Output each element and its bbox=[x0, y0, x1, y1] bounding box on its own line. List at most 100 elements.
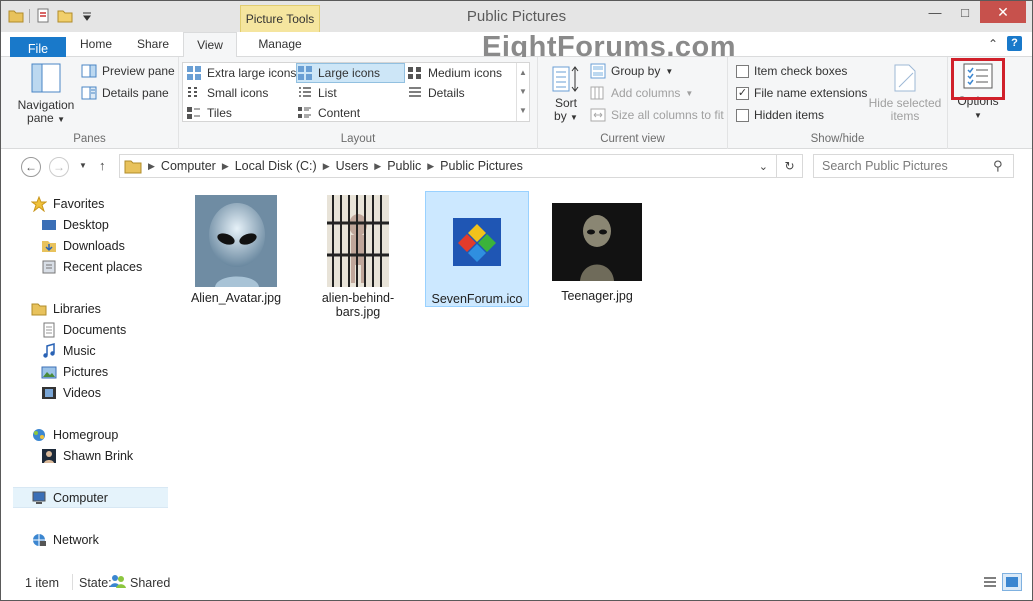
tiles-icon bbox=[187, 107, 200, 119]
search-icon[interactable]: ⚲ bbox=[993, 158, 1003, 174]
window-title: Public Pictures bbox=[466, 8, 567, 25]
tab-share[interactable]: Share bbox=[128, 32, 178, 57]
group-by-button[interactable]: Group by ▼ bbox=[590, 61, 673, 81]
breadcrumb-separator-icon[interactable]: ▶ bbox=[323, 161, 330, 172]
nav-music[interactable]: Music bbox=[1, 340, 171, 361]
file-item[interactable]: Alien_Avatar.jpg bbox=[184, 191, 288, 305]
tab-view[interactable]: View bbox=[183, 32, 237, 58]
layout-option-label: Details bbox=[428, 86, 465, 100]
help-icon[interactable]: ? bbox=[1007, 36, 1022, 51]
file-name: SevenForum.ico bbox=[431, 292, 523, 306]
hide-selected-items-label: Hide selected items bbox=[868, 96, 942, 123]
back-button[interactable]: ← bbox=[21, 157, 41, 177]
nav-homegroup[interactable]: Homegroup bbox=[1, 424, 171, 445]
layout-gallery-scroll[interactable]: ▲ ▼ ▼ bbox=[516, 63, 529, 121]
maximize-button[interactable]: □ bbox=[950, 1, 980, 23]
nav-documents[interactable]: Documents bbox=[1, 319, 171, 340]
group-by-icon bbox=[590, 63, 606, 79]
collapse-ribbon-icon[interactable]: ⌃ bbox=[988, 37, 998, 51]
show-hide-group-label: Show/hide bbox=[810, 133, 865, 145]
nav-user[interactable]: Shawn Brink bbox=[1, 445, 171, 466]
tab-home[interactable]: Home bbox=[71, 32, 121, 57]
nav-network[interactable]: Network bbox=[1, 529, 171, 550]
nav-favorites[interactable]: Favorites bbox=[1, 193, 171, 214]
downloads-icon bbox=[42, 240, 56, 252]
item-count: 1 item bbox=[25, 576, 60, 590]
refresh-icon[interactable]: ↻ bbox=[776, 155, 802, 177]
large-icons-view-toggle[interactable] bbox=[1002, 573, 1022, 591]
close-button[interactable]: ✕ bbox=[980, 1, 1026, 23]
state-value: Shared bbox=[130, 576, 171, 590]
search-input[interactable]: Search Public Pictures bbox=[813, 154, 1014, 178]
add-columns-icon bbox=[590, 86, 604, 100]
tab-manage[interactable]: Manage bbox=[240, 32, 320, 57]
file-item-selected[interactable]: SevenForum.ico bbox=[425, 191, 529, 307]
breadcrumb-local-disk[interactable]: Local Disk (C:) bbox=[229, 159, 323, 173]
breadcrumb-public-pictures[interactable]: Public Pictures bbox=[434, 159, 529, 173]
explorer-window: Picture Tools Public Pictures — □ ✕ File… bbox=[0, 0, 1033, 601]
hidden-items-toggle[interactable]: Hidden items bbox=[736, 105, 824, 125]
file-item[interactable]: alien-behind-bars.jpg bbox=[306, 191, 410, 319]
item-check-boxes-label: Item check boxes bbox=[754, 64, 848, 78]
teenager-thumbnail bbox=[552, 203, 642, 281]
nav-pictures[interactable]: Pictures bbox=[1, 361, 171, 382]
address-dropdown-icon[interactable]: ⌄ bbox=[759, 160, 768, 173]
nav-documents-label: Documents bbox=[63, 322, 127, 337]
hide-selected-items-button[interactable]: Hide selected items bbox=[868, 63, 942, 123]
content-icon bbox=[298, 107, 311, 118]
small-icons-icon bbox=[188, 87, 197, 97]
music-icon bbox=[43, 342, 55, 358]
breadcrumb-public[interactable]: Public bbox=[381, 159, 427, 173]
network-icon bbox=[33, 533, 46, 546]
breadcrumb-users[interactable]: Users bbox=[330, 159, 375, 173]
file-name-extensions-checkbox[interactable]: ✓ bbox=[736, 86, 749, 100]
item-check-boxes-checkbox[interactable] bbox=[736, 64, 749, 78]
details-view-toggle[interactable] bbox=[980, 573, 1000, 591]
navigation-pane-label: Navigation pane bbox=[17, 98, 75, 125]
file-name: Alien_Avatar.jpg bbox=[190, 291, 282, 305]
folder-icon bbox=[124, 160, 142, 174]
up-button[interactable]: ↑ bbox=[99, 158, 106, 173]
breadcrumb-separator-icon[interactable]: ▶ bbox=[374, 161, 381, 172]
layout-content[interactable]: Content bbox=[297, 103, 360, 123]
item-check-boxes-toggle[interactable]: Item check boxes bbox=[736, 61, 847, 81]
file-item[interactable]: Teenager.jpg bbox=[545, 191, 649, 303]
nav-libraries[interactable]: Libraries bbox=[1, 298, 171, 319]
address-bar[interactable]: ▶ Computer ▶ Local Disk (C:) ▶ Users ▶ P… bbox=[119, 154, 803, 178]
minimize-button[interactable]: — bbox=[920, 1, 950, 23]
star-icon bbox=[31, 195, 47, 212]
layout-extra-large-icons[interactable]: Extra large icons bbox=[186, 63, 296, 83]
file-name-extensions-toggle[interactable]: ✓ File name extensions bbox=[736, 83, 867, 103]
details-pane-button[interactable]: Details pane bbox=[81, 83, 169, 103]
nav-downloads[interactable]: Downloads bbox=[1, 235, 171, 256]
nav-videos[interactable]: Videos bbox=[1, 382, 171, 403]
breadcrumb-separator-icon[interactable]: ▶ bbox=[148, 161, 155, 172]
large-icons-icon bbox=[298, 66, 312, 80]
hidden-items-checkbox[interactable] bbox=[736, 108, 749, 122]
add-columns-button[interactable]: Add columns ▼ bbox=[590, 83, 693, 103]
nav-desktop[interactable]: Desktop bbox=[1, 214, 171, 235]
breadcrumb-separator-icon[interactable]: ▶ bbox=[222, 161, 229, 172]
size-columns-icon bbox=[590, 108, 606, 122]
nav-computer[interactable]: Computer bbox=[13, 487, 168, 508]
size-columns-button[interactable]: Size all columns to fit bbox=[590, 105, 724, 125]
breadcrumb-separator-icon[interactable]: ▶ bbox=[427, 161, 434, 172]
details-icon bbox=[409, 87, 421, 97]
layout-tiles[interactable]: Tiles bbox=[186, 103, 232, 123]
layout-list[interactable]: List bbox=[297, 83, 337, 103]
recent-locations-icon[interactable]: ▼ bbox=[79, 161, 87, 170]
layout-group-label: Layout bbox=[340, 133, 376, 145]
navigation-pane-button[interactable]: Navigation pane ▼ bbox=[13, 61, 79, 126]
layout-medium-icons[interactable]: Medium icons bbox=[407, 63, 502, 83]
layout-large-icons[interactable]: Large icons bbox=[296, 63, 405, 83]
layout-gallery: Extra large icons Large icons Medium ico… bbox=[182, 62, 530, 122]
forward-button[interactable]: → bbox=[49, 157, 69, 177]
nav-recent-places[interactable]: Recent places bbox=[1, 256, 171, 277]
panes-group: Navigation pane ▼ Preview pane Details p… bbox=[1, 57, 179, 149]
preview-pane-button[interactable]: Preview pane bbox=[81, 61, 175, 81]
breadcrumb-computer[interactable]: Computer bbox=[155, 159, 222, 173]
preview-pane-icon bbox=[81, 64, 97, 78]
layout-small-icons[interactable]: Small icons bbox=[186, 83, 268, 103]
sort-by-button[interactable]: Sort by ▼ bbox=[548, 63, 584, 124]
layout-details[interactable]: Details bbox=[407, 83, 465, 103]
